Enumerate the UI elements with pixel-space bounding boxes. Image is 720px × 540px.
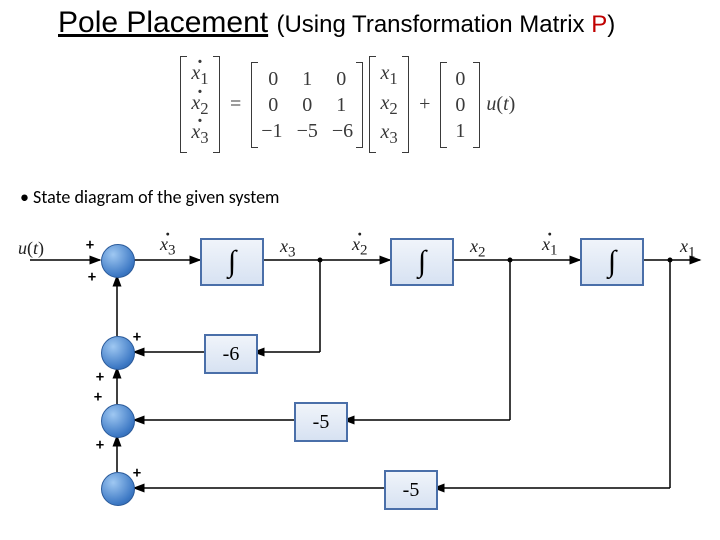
plus-sign: + bbox=[133, 328, 141, 347]
sum-node-4 bbox=[101, 472, 135, 506]
A-matrix: 010 001 −1−5−6 bbox=[251, 62, 363, 148]
gain-box-1: -6 bbox=[204, 334, 258, 374]
plus-sign: + bbox=[86, 236, 94, 255]
xdot-vector: x1 x2 x3 bbox=[180, 56, 220, 153]
x-vector: x1 x2 x3 bbox=[369, 56, 409, 153]
gain-box-3: -5 bbox=[384, 470, 438, 510]
plus-sign: + bbox=[96, 436, 104, 455]
label-u: u(t) bbox=[18, 238, 44, 259]
integrator-3: ∫ bbox=[580, 238, 644, 286]
label-x2dot: x2 bbox=[352, 234, 368, 260]
label-x3dot: x3 bbox=[160, 234, 176, 260]
slide-title: Pole Placement (Using Transformation Mat… bbox=[58, 6, 615, 40]
label-x1: x1 bbox=[680, 236, 696, 262]
integrator-2: ∫ bbox=[390, 238, 454, 286]
sum-node-3 bbox=[101, 404, 135, 438]
bullet-text: State diagram of the given system bbox=[20, 186, 279, 208]
label-x3: x3 bbox=[280, 236, 296, 262]
label-x2: x2 bbox=[470, 236, 486, 262]
u-of-t: u(t) bbox=[486, 93, 515, 116]
title-sub: (Using Transformation Matrix P) bbox=[276, 11, 615, 38]
state-diagram: u(t) + + + + + + + ∫ ∫ ∫ -6 -5 -5 x3 x3 … bbox=[0, 220, 720, 540]
sum-node-2 bbox=[101, 336, 135, 370]
state-equation: x1 x2 x3 = 010 001 −1−5−6 x1 x2 x3 + 0 0… bbox=[180, 56, 515, 153]
title-main: Pole Placement bbox=[58, 6, 268, 39]
gain-box-2: -5 bbox=[294, 402, 348, 442]
plus-sign: + bbox=[96, 368, 104, 387]
label-x1dot: x1 bbox=[542, 234, 558, 260]
plus-sign: + bbox=[88, 268, 96, 287]
sum-node-1 bbox=[101, 244, 135, 278]
plus-sign: + bbox=[133, 464, 141, 483]
integrator-1: ∫ bbox=[200, 238, 264, 286]
B-vector: 0 0 1 bbox=[440, 62, 480, 148]
plus-sign: + bbox=[94, 388, 102, 407]
